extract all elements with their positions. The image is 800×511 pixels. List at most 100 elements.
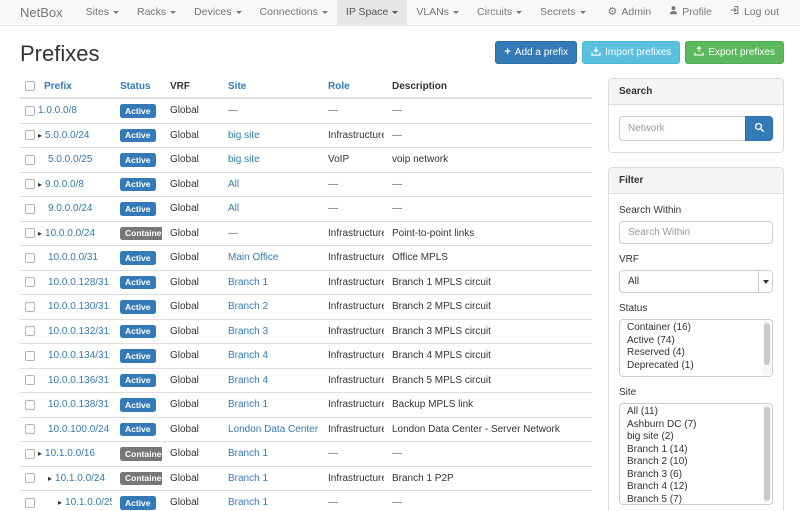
prefix-link[interactable]: 10.0.0.138/31 (48, 399, 109, 410)
nav-item-sites[interactable]: Sites (77, 0, 128, 25)
listbox-option[interactable]: big site (2) (620, 431, 772, 444)
listbox-option[interactable]: Container (16) (620, 322, 772, 335)
nav-item-devices[interactable]: Devices (185, 0, 250, 25)
scrollbar[interactable] (763, 321, 771, 375)
expand-arrow-icon: ▸ (38, 131, 42, 140)
row-checkbox[interactable] (25, 106, 35, 116)
prefix-link[interactable]: 10.0.0.134/31 (48, 350, 109, 361)
add-prefix-button[interactable]: + Add a prefix (495, 41, 577, 64)
nav-item-circuits[interactable]: Circuits (468, 0, 531, 25)
prefix-link[interactable]: 10.1.0.0/24 (55, 473, 105, 484)
site-link[interactable]: All (228, 179, 239, 190)
row-checkbox[interactable] (25, 498, 35, 508)
description-cell: Branch 5 MPLS circuit (384, 368, 592, 393)
listbox-option[interactable]: Branch 3 (6) (620, 469, 772, 482)
column-header-status[interactable]: Status (120, 81, 151, 92)
export-prefixes-button[interactable]: Export prefixes (685, 41, 784, 64)
row-checkbox[interactable] (25, 253, 35, 263)
nav-item-secrets[interactable]: Secrets (531, 0, 595, 25)
chevron-down-icon (453, 11, 459, 14)
row-checkbox[interactable] (25, 228, 35, 238)
status-badge: Container (120, 472, 162, 486)
site-link[interactable]: Branch 1 (228, 399, 268, 410)
site-link[interactable]: London Data Center (228, 424, 318, 435)
prefix-link[interactable]: 10.0.0.128/31 (48, 277, 109, 288)
listbox-option[interactable]: Deprecated (1) (620, 360, 772, 373)
listbox-option[interactable]: Branch 2 (10) (620, 456, 772, 469)
row-checkbox[interactable] (25, 449, 35, 459)
nav-item-racks[interactable]: Racks (128, 0, 185, 25)
vrf-select[interactable]: All (619, 270, 773, 293)
listbox-option[interactable]: Reserved (4) (620, 347, 772, 360)
status-listbox[interactable]: Container (16)Active (74)Reserved (4)Dep… (619, 319, 773, 377)
admin-menu-item[interactable]: ⚙ Admin (599, 0, 661, 25)
prefix-link[interactable]: 10.0.0.0/24 (45, 228, 95, 239)
column-header-site[interactable]: Site (228, 81, 246, 92)
profile-menu-item[interactable]: Profile (660, 0, 721, 25)
site-link[interactable]: Branch 1 (228, 448, 268, 459)
site-link[interactable]: Branch 1 (228, 473, 268, 484)
prefix-link[interactable]: 9.0.0.0/8 (45, 179, 84, 190)
listbox-option[interactable]: Active (74) (620, 335, 772, 348)
row-checkbox[interactable] (25, 155, 35, 165)
row-checkbox[interactable] (25, 473, 35, 483)
prefix-link[interactable]: 10.0.100.0/24 (48, 424, 109, 435)
search-within-input[interactable] (619, 221, 773, 244)
import-prefixes-button[interactable]: Import prefixes (582, 41, 680, 64)
site-link[interactable]: Branch 1 (228, 277, 268, 288)
status-badge: Container (120, 227, 162, 241)
prefix-link[interactable]: 5.0.0.0/25 (48, 154, 92, 165)
column-header-role[interactable]: Role (328, 81, 350, 92)
select-all-checkbox[interactable] (25, 81, 35, 91)
search-button[interactable] (745, 116, 773, 141)
nav-item-connections[interactable]: Connections (251, 0, 337, 25)
site-link[interactable]: Branch 2 (228, 301, 268, 312)
listbox-option[interactable]: Branch 4 (12) (620, 481, 772, 494)
column-header-prefix[interactable]: Prefix (44, 81, 72, 92)
site-link[interactable]: All (228, 203, 239, 214)
site-link[interactable]: Branch 4 (228, 350, 268, 361)
nav-item-vlans[interactable]: VLANs (407, 0, 468, 25)
prefix-link[interactable]: 5.0.0.0/24 (45, 130, 89, 141)
site-link[interactable]: Branch 3 (228, 326, 268, 337)
prefix-link[interactable]: 10.0.0.0/31 (48, 252, 98, 263)
row-checkbox[interactable] (25, 375, 35, 385)
vrf-cell: Global (162, 246, 220, 271)
prefix-link[interactable]: 10.1.0.0/25 (65, 497, 112, 508)
plus-icon: + (504, 47, 510, 58)
scrollbar[interactable] (763, 405, 771, 503)
logout-label: Log out (744, 0, 779, 25)
prefix-link[interactable]: 10.0.0.130/31 (48, 301, 109, 312)
description-cell: — (384, 172, 592, 197)
row-checkbox[interactable] (25, 277, 35, 287)
prefix-link[interactable]: 9.0.0.0/24 (48, 203, 92, 214)
row-checkbox[interactable] (25, 351, 35, 361)
row-checkbox[interactable] (25, 130, 35, 140)
site-link[interactable]: Branch 1 (228, 497, 268, 508)
prefix-link[interactable]: 1.0.0.0/8 (38, 105, 77, 116)
brand-logo[interactable]: NetBox (12, 0, 71, 25)
prefix-table-row: 10.0.0.0/31 Active Global Main Office In… (20, 246, 592, 271)
row-checkbox[interactable] (25, 424, 35, 434)
status-badge: Active (120, 423, 156, 437)
site-listbox[interactable]: All (11)Ashburn DC (7)big site (2)Branch… (619, 403, 773, 505)
row-checkbox[interactable] (25, 179, 35, 189)
row-checkbox[interactable] (25, 302, 35, 312)
search-input[interactable] (619, 116, 745, 141)
row-checkbox[interactable] (25, 326, 35, 336)
listbox-option[interactable]: All (11) (620, 406, 772, 419)
nav-item-ip-space[interactable]: IP Space (337, 0, 407, 25)
site-link[interactable]: big site (228, 154, 260, 165)
listbox-option[interactable]: Branch 1 (14) (620, 444, 772, 457)
site-link[interactable]: Branch 4 (228, 375, 268, 386)
row-checkbox[interactable] (25, 400, 35, 410)
listbox-option[interactable]: Ashburn DC (7) (620, 419, 772, 432)
listbox-option[interactable]: Branch 5 (7) (620, 494, 772, 506)
logout-menu-item[interactable]: Log out (721, 0, 788, 25)
prefix-link[interactable]: 10.1.0.0/16 (45, 448, 95, 459)
prefix-link[interactable]: 10.0.0.136/31 (48, 375, 109, 386)
prefix-link[interactable]: 10.0.0.132/31 (48, 326, 109, 337)
row-checkbox[interactable] (25, 204, 35, 214)
site-link[interactable]: Main Office (228, 252, 278, 263)
site-link[interactable]: big site (228, 130, 260, 141)
